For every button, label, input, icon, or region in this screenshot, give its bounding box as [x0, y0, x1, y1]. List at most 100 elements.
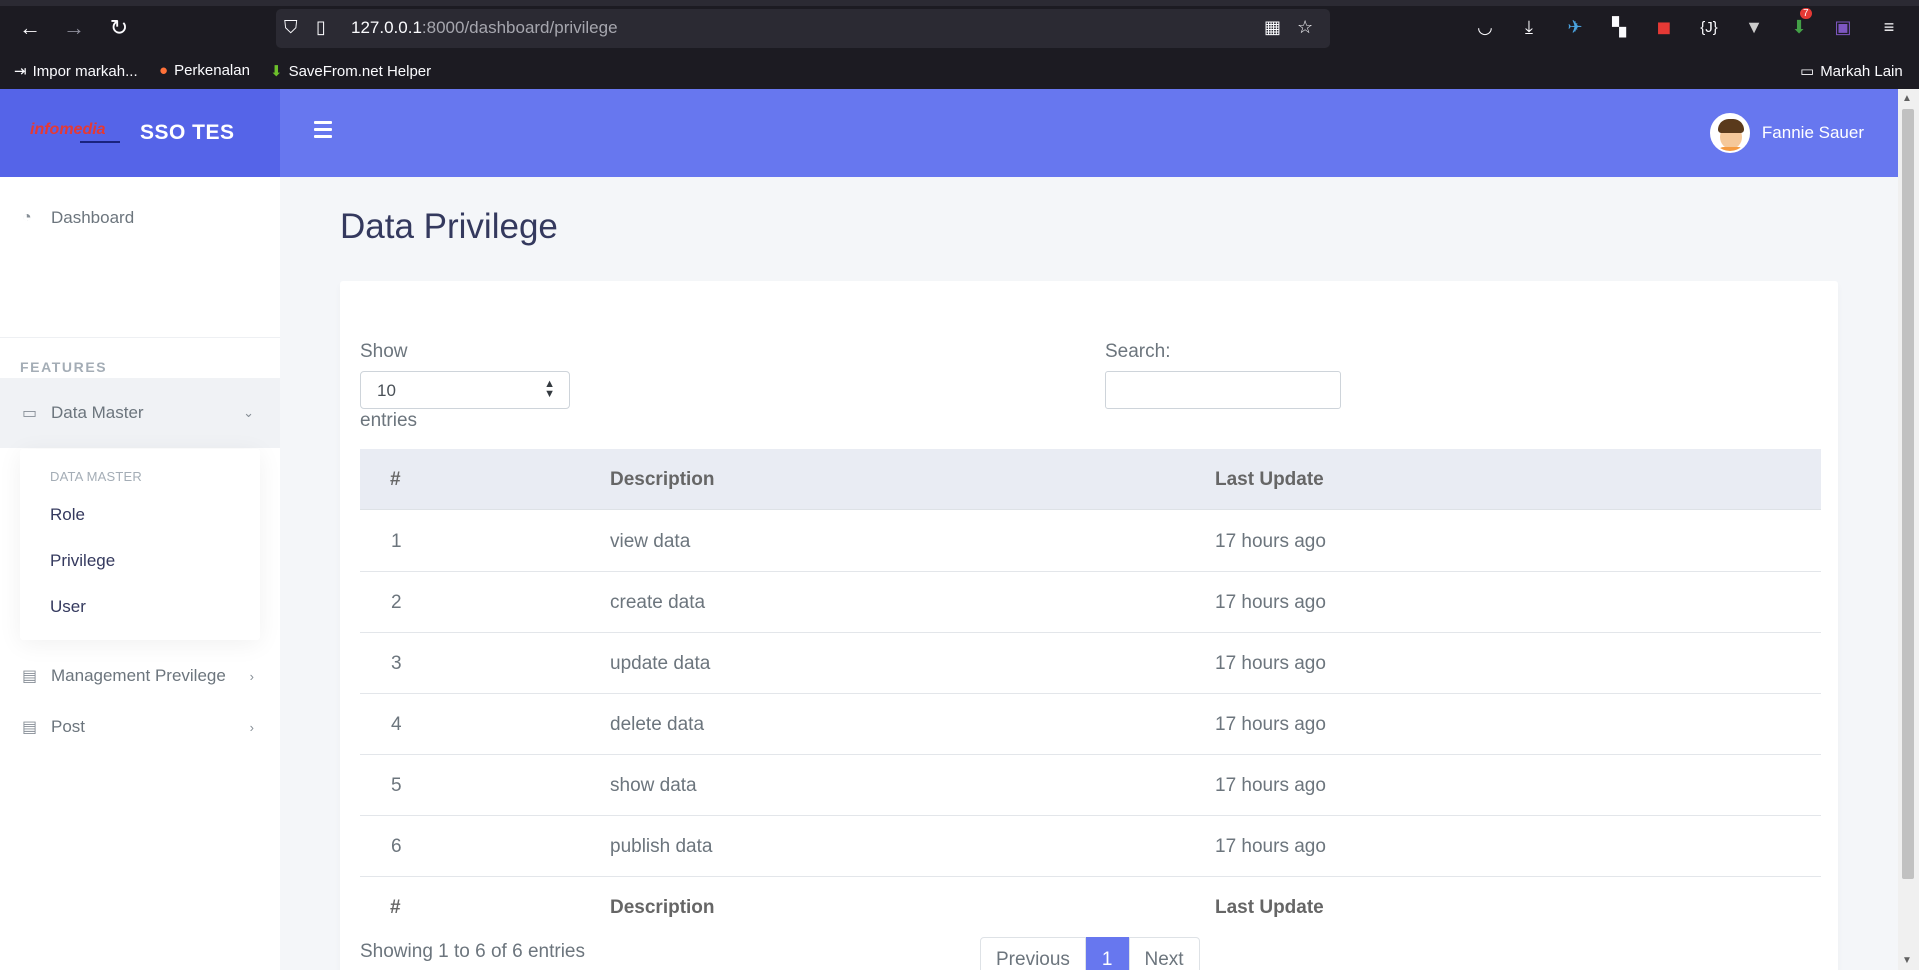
table-row: 4 delete data 17 hours ago: [360, 694, 1821, 755]
qr-icon[interactable]: ▦: [1264, 17, 1281, 38]
cell-last-update: 17 hours ago: [1215, 714, 1326, 735]
data-master-submenu: DATA MASTER Role Privilege User: [20, 449, 260, 640]
column-footer: Last Update: [1215, 897, 1324, 918]
cell-description: delete data: [610, 714, 705, 735]
search-input[interactable]: [1105, 371, 1341, 409]
previous-page-button[interactable]: Previous: [980, 937, 1086, 970]
column-header[interactable]: Last Update: [1215, 469, 1324, 491]
column-footer: Description: [610, 897, 715, 918]
entries-label: entries: [360, 410, 418, 431]
lock-extension-icon[interactable]: ◼: [1651, 14, 1677, 40]
cell-last-update: 17 hours ago: [1215, 653, 1326, 674]
cell-id: 1: [391, 531, 402, 552]
sidebar-item-data-master[interactable]: ▭ Data Master ⌄: [0, 378, 280, 448]
download-icon[interactable]: ⤓: [1516, 14, 1542, 40]
brand-name: SSO TES: [140, 121, 235, 144]
table-row: 3 update data 17 hours ago: [360, 633, 1821, 694]
extension-plane-icon[interactable]: ✈: [1562, 14, 1588, 40]
bookmark-perkenalan[interactable]: ● Perkenalan: [159, 62, 250, 79]
cell-description: publish data: [610, 836, 713, 857]
cell-description: show data: [610, 775, 697, 796]
sidebar-item-label: Post: [51, 717, 86, 736]
extension-icon[interactable]: ▣: [1830, 14, 1856, 40]
sidebar-item-label: Management Previlege: [51, 666, 226, 685]
list-icon: ▤: [22, 719, 38, 736]
json-extension-icon[interactable]: {J}: [1696, 14, 1722, 40]
table-row: 2 create data 17 hours ago: [360, 572, 1821, 633]
tab-strip: [0, 0, 1919, 6]
savefrom-icon: ⬇: [270, 63, 283, 80]
sidebar-toggle-icon[interactable]: [314, 121, 332, 141]
user-dropdown[interactable]: Fannie Sauer: [1709, 113, 1864, 153]
forward-icon[interactable]: →: [58, 12, 90, 44]
page-scrollbar[interactable]: ▲ ▼: [1898, 89, 1919, 970]
page-title: Data Privilege: [340, 207, 558, 246]
pocket-icon[interactable]: ◡: [1472, 14, 1498, 40]
show-label: Show: [360, 341, 408, 362]
cell-last-update: 17 hours ago: [1215, 836, 1326, 857]
reload-icon[interactable]: ↻: [103, 12, 135, 44]
import-icon: ⇥: [14, 63, 27, 80]
select-value: 10: [377, 381, 396, 400]
scroll-down-icon[interactable]: ▼: [1902, 955, 1912, 966]
cell-description: update data: [610, 653, 711, 674]
vue-extension-icon[interactable]: ▼: [1741, 14, 1767, 40]
submenu-item-role[interactable]: Role: [50, 505, 85, 525]
column-header[interactable]: Description: [610, 469, 715, 491]
page-1-button[interactable]: 1: [1085, 937, 1129, 970]
scroll-up-icon[interactable]: ▲: [1902, 93, 1912, 104]
sidebar-item-post[interactable]: ▤ Post ›: [0, 712, 280, 742]
privilege-card: Show 10 ▲ ▼ entries Search: # Description…: [340, 281, 1838, 970]
entries-length-select[interactable]: 10 ▲ ▼: [360, 371, 570, 409]
address-bar[interactable]: ⛉ ▯ 127.0.0.1:8000/dashboard/privilege ▦…: [276, 9, 1330, 48]
main-content: Data Privilege Show 10 ▲ ▼ entries Search…: [280, 177, 1898, 970]
cell-last-update: 17 hours ago: [1215, 592, 1326, 613]
cell-last-update: 17 hours ago: [1215, 775, 1326, 796]
page-icon[interactable]: ▯: [316, 17, 326, 38]
column-header[interactable]: #: [390, 469, 401, 491]
cell-id: 3: [391, 653, 402, 674]
extension-grid-icon[interactable]: ▚: [1606, 14, 1632, 40]
menu-header: FEATURES: [20, 359, 108, 375]
savefrom-extension-icon[interactable]: ⬇ 7: [1786, 8, 1812, 40]
table-row: 6 publish data 17 hours ago: [360, 816, 1821, 877]
cell-id: 6: [391, 836, 402, 857]
chevron-right-icon: ›: [249, 668, 254, 684]
cell-description: create data: [610, 592, 706, 613]
app-viewport: infomedia SSO TES Fannie Sauer ◔ Dashboa…: [0, 89, 1898, 970]
submenu-header: DATA MASTER: [50, 469, 143, 484]
next-page-button[interactable]: Next: [1128, 937, 1200, 970]
sidebar-item-dashboard[interactable]: ◔ Dashboard: [0, 203, 280, 233]
badge: 7: [1800, 8, 1812, 19]
table-header: # Description Last Update: [360, 449, 1821, 510]
sidebar-item-label: Dashboard: [51, 208, 135, 227]
folder-icon: ▭: [1800, 63, 1815, 80]
cell-description: view data: [610, 531, 691, 552]
submenu-item-user[interactable]: User: [50, 597, 86, 617]
shield-icon[interactable]: ⛉: [284, 17, 298, 38]
column-footer: #: [390, 897, 401, 918]
bookmark-savefrom[interactable]: ⬇ SaveFrom.net Helper: [270, 62, 431, 81]
top-navbar: Fannie Sauer: [280, 89, 1898, 177]
other-bookmarks[interactable]: ▭ Markah Lain: [1800, 62, 1903, 81]
table-row: 5 show data 17 hours ago: [360, 755, 1821, 816]
sidebar-item-management-previlege[interactable]: ▤ Management Previlege ›: [0, 661, 280, 691]
pagination: Previous 1 Next: [980, 937, 1200, 970]
submenu-item-privilege[interactable]: Privilege: [50, 551, 115, 571]
bookmark-star-icon[interactable]: ☆: [1297, 17, 1313, 38]
sidebar-brand[interactable]: infomedia SSO TES: [0, 89, 280, 177]
back-icon[interactable]: ←: [14, 12, 46, 44]
url-text[interactable]: 127.0.0.1:8000/dashboard/privilege: [351, 18, 618, 38]
search-label: Search:: [1105, 341, 1171, 362]
sidebar: ◔ Dashboard FEATURES ▭ Data Master ⌄ DAT…: [0, 177, 280, 970]
scrollbar-thumb[interactable]: [1902, 109, 1914, 879]
bookmark-import[interactable]: ⇥ Impor markah...: [14, 62, 138, 81]
menu-icon[interactable]: ≡: [1876, 14, 1902, 40]
cell-id: 4: [391, 714, 402, 735]
sort-arrows-icon: ▲ ▼: [544, 378, 555, 400]
divider: [0, 337, 280, 338]
window-icon: ▭: [22, 405, 38, 422]
chevron-right-icon: ›: [249, 719, 254, 735]
table-info: Showing 1 to 6 of 6 entries: [360, 941, 585, 962]
avatar: [1709, 113, 1750, 153]
